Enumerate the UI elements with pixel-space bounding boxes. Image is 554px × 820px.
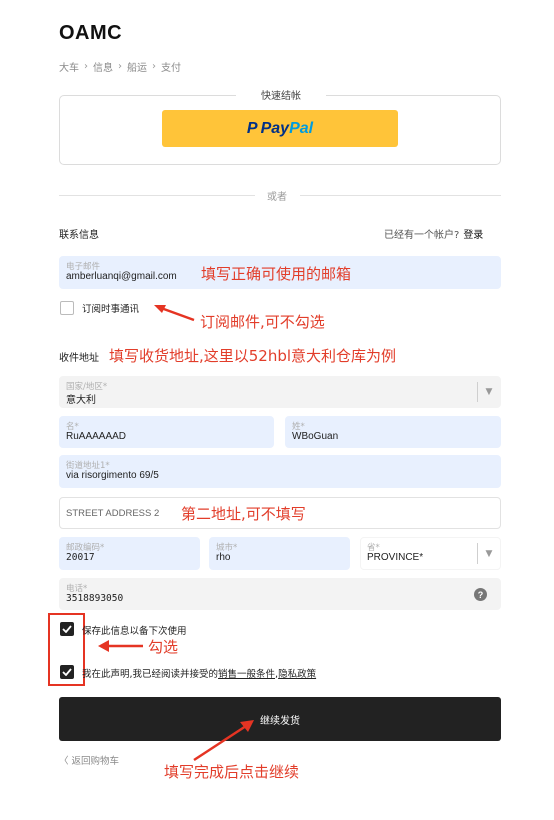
terms-link[interactable]: 销售一般条件 bbox=[218, 669, 275, 680]
newsletter-annotation: 订阅邮件,可不勾选 bbox=[200, 313, 325, 331]
save-info-checkbox[interactable] bbox=[60, 622, 74, 636]
save-info-label: 保存此信息以备下次使用 bbox=[82, 626, 187, 637]
continue-annotation: 填写完成后点击继续 bbox=[164, 763, 300, 781]
newsletter-checkbox[interactable] bbox=[60, 301, 74, 315]
phone-value: 3518893050 bbox=[66, 593, 124, 604]
country-value: 意大利 bbox=[66, 395, 96, 406]
login-hint: 已经有一个帐户? 登录 bbox=[384, 226, 483, 241]
address1-field[interactable]: 街道地址1* via risorgimento 69/5 bbox=[59, 455, 501, 488]
address-annotation: 填写收货地址,这里以52hbl意大利仓库为例 bbox=[109, 347, 397, 365]
chevron-down-icon: ▼ bbox=[477, 382, 500, 402]
login-link[interactable]: 登录 bbox=[463, 230, 483, 241]
agree-terms-label: 我在此声明,我已经阅读并接受的销售一般条件,隐私政策 bbox=[82, 666, 316, 680]
address2-annotation: 第二地址,可不填写 bbox=[181, 505, 306, 523]
province-value: PROVINCE* bbox=[367, 552, 424, 563]
breadcrumb-info: 信息 bbox=[93, 63, 113, 74]
or-divider-text: 或者 bbox=[267, 192, 287, 203]
email-value: amberluanqi@gmail.com bbox=[66, 271, 177, 282]
city-field[interactable]: 城市* rho bbox=[209, 537, 350, 570]
postal-code-value: 20017 bbox=[66, 552, 95, 563]
agree-prefix: 我在此声明,我已经阅读并接受的 bbox=[82, 669, 219, 680]
breadcrumb-shipping: 船运 bbox=[127, 63, 147, 74]
checkmark-icon bbox=[62, 668, 72, 676]
help-icon[interactable]: ? bbox=[474, 588, 487, 601]
last-name-field[interactable]: 姓* WBoGuan bbox=[285, 416, 501, 448]
address2-placeholder: STREET ADDRESS 2 bbox=[66, 507, 160, 519]
first-name-field[interactable]: 名* RuAAAAAAD bbox=[59, 416, 274, 448]
paypal-logo-pal: Pal bbox=[289, 119, 314, 137]
city-value: rho bbox=[216, 552, 231, 563]
divider-right bbox=[300, 195, 501, 196]
newsletter-label: 订阅时事通讯 bbox=[82, 304, 140, 315]
express-checkout-title: 快速结帐 bbox=[236, 87, 326, 102]
login-hint-text: 已经有一个帐户? bbox=[384, 230, 460, 241]
chevron-down-icon: ▼ bbox=[477, 543, 500, 564]
continue-button-label: 继续发货 bbox=[260, 715, 300, 727]
breadcrumb-payment: 支付 bbox=[161, 63, 181, 74]
chevron-right-icon: › bbox=[84, 61, 88, 72]
breadcrumb-cart[interactable]: 大车 bbox=[59, 59, 79, 74]
back-to-cart-link[interactable]: 〈 返回购物车 bbox=[59, 753, 119, 767]
brand-logo[interactable]: OAMC bbox=[59, 22, 122, 45]
annotation-arrow-icon bbox=[154, 305, 195, 322]
agree-terms-checkbox[interactable] bbox=[60, 665, 74, 679]
phone-field[interactable]: 电话* 3518893050 bbox=[59, 578, 501, 610]
breadcrumb: 大车 › 信息 › 船运 › 支付 bbox=[59, 59, 181, 74]
paypal-button[interactable]: P PayPal bbox=[162, 110, 398, 147]
first-name-value: RuAAAAAAD bbox=[66, 431, 127, 442]
annotation-arrow-icon bbox=[193, 720, 254, 762]
continue-shipping-button[interactable]: 继续发货 bbox=[59, 697, 501, 741]
divider-left bbox=[59, 195, 255, 196]
privacy-link[interactable]: 隐私政策 bbox=[278, 669, 316, 680]
country-select[interactable]: 国家/地区* 意大利 ▼ bbox=[59, 376, 501, 408]
paypal-icon: P bbox=[246, 119, 258, 137]
last-name-value: WBoGuan bbox=[292, 431, 339, 442]
annotation-arrow-icon bbox=[98, 640, 143, 652]
address1-value: via risorgimento 69/5 bbox=[66, 470, 159, 481]
province-select[interactable]: 省* PROVINCE* ▼ bbox=[360, 537, 501, 570]
chevron-right-icon: › bbox=[152, 61, 156, 72]
paypal-logo-pay: Pay bbox=[260, 119, 290, 137]
chevron-right-icon: › bbox=[118, 61, 122, 72]
postal-code-field[interactable]: 邮政编码* 20017 bbox=[59, 537, 200, 570]
contact-section-title: 联系信息 bbox=[59, 230, 99, 241]
shipping-section-title: 收件地址 bbox=[59, 353, 99, 364]
email-annotation: 填写正确可使用的邮箱 bbox=[201, 265, 352, 283]
checkmark-icon bbox=[62, 625, 72, 633]
check-annotation: 勾选 bbox=[148, 638, 179, 656]
